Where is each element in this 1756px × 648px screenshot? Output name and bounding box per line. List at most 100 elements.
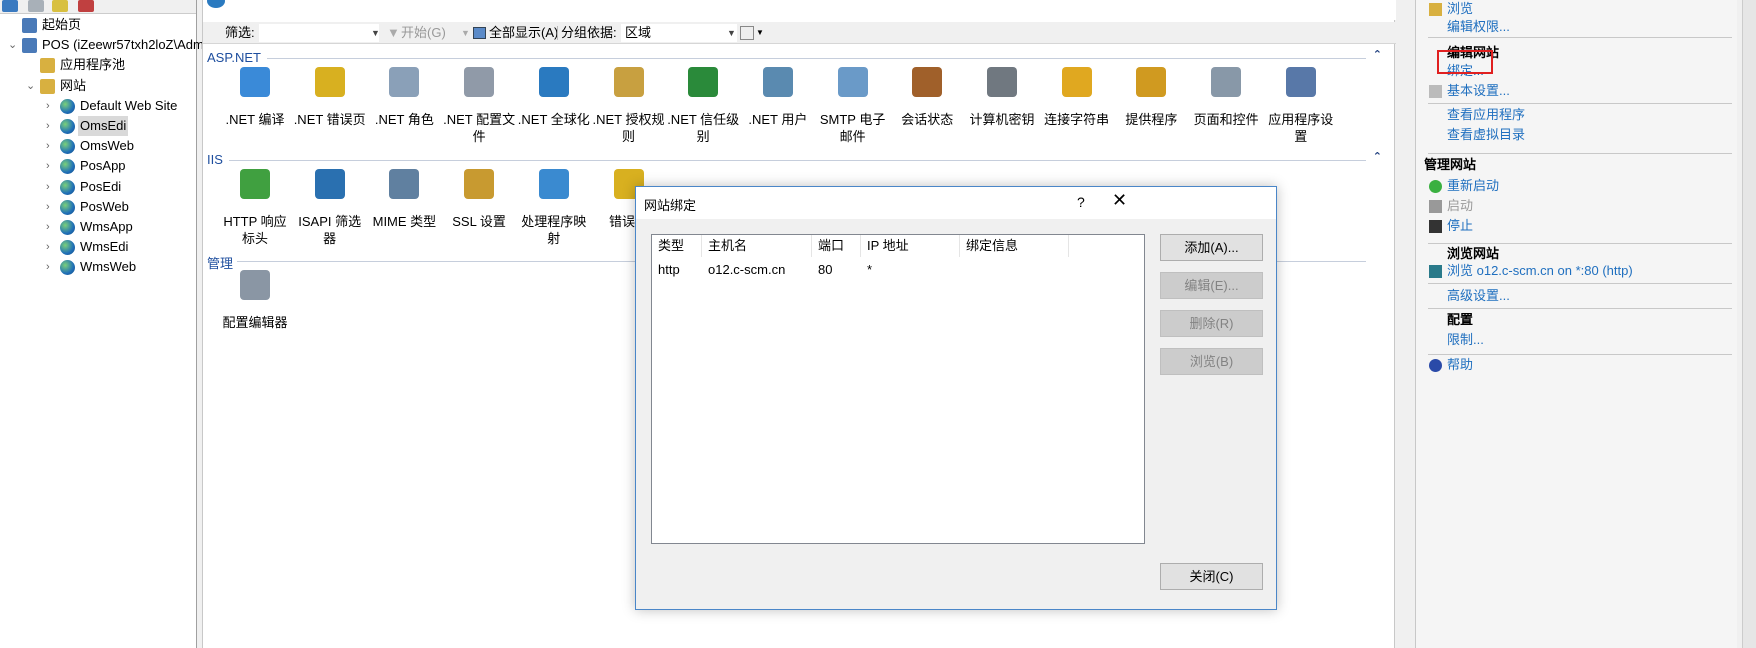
close-button[interactable]: 关闭(C) <box>1160 563 1263 590</box>
edit-button[interactable]: 编辑(E)... <box>1160 272 1263 299</box>
feature-item[interactable]: SSL 设置 <box>442 169 516 230</box>
feature-item[interactable]: 连接字符串 <box>1040 67 1114 128</box>
chevron-right-icon[interactable]: › <box>46 96 56 116</box>
feature-item[interactable]: SMTP 电子邮件 <box>816 67 890 145</box>
actions-group-title: 配置 <box>1447 312 1474 327</box>
bindings-list[interactable]: 类型 主机名 端口 IP 地址 绑定信息 http o12.c-scm.cn 8… <box>651 234 1145 544</box>
action-link[interactable]: 启动 <box>1447 197 1473 215</box>
feature-item[interactable]: 配置编辑器 <box>218 270 292 331</box>
view-mode-icon[interactable] <box>740 26 754 40</box>
feature-item[interactable]: .NET 信任级别 <box>666 67 740 145</box>
tree-item[interactable]: › WmsEdi <box>0 237 196 257</box>
chevron-right-icon[interactable]: › <box>46 116 56 136</box>
action-link[interactable]: 重新启动 <box>1447 177 1499 195</box>
start-dropdown-icon[interactable]: ▼ <box>461 22 470 44</box>
chevron-right-icon[interactable]: › <box>46 257 56 277</box>
up-icon[interactable] <box>52 0 68 12</box>
tree-item[interactable]: › PosWeb <box>0 197 196 217</box>
server-icon <box>22 38 37 54</box>
collapse-group-icon[interactable]: ⌃ <box>1373 48 1382 61</box>
filter-dropdown-icon[interactable]: ▼ <box>371 22 380 44</box>
tree-item[interactable]: › WmsApp <box>0 217 196 237</box>
action-link[interactable]: 停止 <box>1447 217 1473 235</box>
view-mode-dropdown-icon[interactable]: ▼ <box>756 22 764 44</box>
feature-item[interactable]: .NET 编译 <box>218 67 292 128</box>
start-filter-button[interactable]: 开始(G) <box>401 22 446 44</box>
action-link[interactable]: 帮助 <box>1447 356 1473 374</box>
tree-item[interactable]: › OmsWeb <box>0 136 196 156</box>
filter-input[interactable] <box>259 24 379 42</box>
feature-item[interactable]: 提供程序 <box>1114 67 1188 128</box>
feature-item[interactable]: 计算机密钥 <box>965 67 1039 128</box>
tree-item[interactable]: › OmsEdi <box>0 116 196 136</box>
feature-item[interactable]: MIME 类型 <box>367 169 441 230</box>
disconnect-icon[interactable] <box>78 0 94 12</box>
action-link[interactable]: 查看虚拟目录 <box>1447 126 1525 144</box>
tree-item[interactable]: 起始页 <box>0 15 196 35</box>
cell-port: 80 <box>818 262 833 277</box>
feature-item[interactable]: .NET 配置文件 <box>442 67 516 145</box>
tree-item-label: 起始页 <box>42 17 82 32</box>
tree-item[interactable]: › PosEdi <box>0 177 196 197</box>
tree-item[interactable]: › PosApp <box>0 156 196 176</box>
column-header-ip[interactable]: IP 地址 <box>861 235 960 257</box>
remove-button[interactable]: 删除(R) <box>1160 310 1263 337</box>
connect-icon[interactable] <box>2 0 18 12</box>
action-link[interactable]: 基本设置... <box>1447 82 1510 100</box>
browse-button[interactable]: 浏览(B) <box>1160 348 1263 375</box>
feature-item[interactable]: .NET 授权规则 <box>592 67 666 145</box>
close-icon[interactable]: ✕ <box>1112 190 1127 211</box>
actions-divider <box>1428 354 1732 355</box>
group-by-dropdown-icon[interactable]: ▼ <box>727 22 736 44</box>
collapse-group-icon[interactable]: ⌃ <box>1373 150 1382 163</box>
actions-scrollbar[interactable] <box>1742 0 1756 648</box>
feature-label: 计算机密钥 <box>969 112 1035 127</box>
feature-item[interactable]: .NET 角色 <box>367 67 441 128</box>
lock-rules-icon <box>613 67 644 97</box>
add-button[interactable]: 添加(A)... <box>1160 234 1263 261</box>
chevron-right-icon[interactable]: › <box>46 136 56 156</box>
isapi-filter-icon <box>314 169 345 199</box>
feature-item[interactable]: HTTP 响应标头 <box>218 169 292 247</box>
tree-item-label: POS (iZeewr57txh2loZ\Adm <box>42 37 204 53</box>
connections-panel: 起始页 ⌄ POS (iZeewr57txh2loZ\Adm 应用程序池 ⌄ 网站 › Def… <box>0 0 204 648</box>
action-link[interactable]: 高级设置... <box>1447 287 1510 305</box>
tree-item[interactable]: ⌄ POS (iZeewr57txh2loZ\Adm <box>0 35 204 55</box>
feature-item[interactable]: 页面和控件 <box>1189 67 1263 128</box>
feature-item[interactable]: 应用程序设置 <box>1264 67 1338 145</box>
column-header-type[interactable]: 类型 <box>652 235 702 257</box>
action-link[interactable]: 浏览 o12.c-scm.cn on *:80 (http) <box>1447 262 1633 280</box>
tree-item-label: 应用程序池 <box>60 57 126 73</box>
chevron-right-icon[interactable]: › <box>46 217 56 237</box>
feature-item[interactable]: 会话状态 <box>890 67 964 128</box>
show-all-button[interactable]: 全部显示(A) <box>489 22 558 44</box>
column-header-port[interactable]: 端口 <box>812 235 861 257</box>
action-link[interactable]: 查看应用程序 <box>1447 106 1525 124</box>
feature-item[interactable]: .NET 全球化 <box>517 67 591 128</box>
feature-item[interactable]: ISAPI 筛选器 <box>293 169 367 247</box>
chevron-right-icon[interactable]: › <box>46 156 56 176</box>
feature-label: 连接字符串 <box>1044 112 1110 127</box>
tree-item[interactable]: 应用程序池 <box>0 55 196 75</box>
feature-item[interactable]: .NET 用户 <box>741 67 815 128</box>
chevron-down-icon[interactable]: ⌄ <box>26 76 36 96</box>
chevron-right-icon[interactable]: › <box>46 237 56 257</box>
column-header-hostname[interactable]: 主机名 <box>702 235 812 257</box>
feature-item[interactable]: .NET 错误页 <box>293 67 367 128</box>
column-header-binding-info[interactable]: 绑定信息 <box>960 235 1069 257</box>
feature-label: HTTP 响应标头 <box>223 214 287 246</box>
tree-item[interactable]: › Default Web Site <box>0 96 196 116</box>
feature-item[interactable]: 处理程序映射 <box>517 169 591 247</box>
feature-label: .NET 用户 <box>748 112 808 127</box>
tree-item[interactable]: › WmsWeb <box>0 257 196 277</box>
action-link[interactable]: 编辑权限... <box>1447 18 1510 36</box>
action-link[interactable]: 限制... <box>1447 331 1484 349</box>
chevron-down-icon[interactable]: ⌄ <box>8 35 18 55</box>
tree-item[interactable]: ⌄ 网站 <box>0 76 196 96</box>
chevron-right-icon[interactable]: › <box>46 197 56 217</box>
action-link[interactable]: 浏览 <box>1447 0 1473 18</box>
save-icon[interactable] <box>28 0 44 12</box>
group-by-select[interactable]: 区域 <box>621 24 737 42</box>
help-button[interactable]: ? <box>1077 194 1085 210</box>
chevron-right-icon[interactable]: › <box>46 177 56 197</box>
